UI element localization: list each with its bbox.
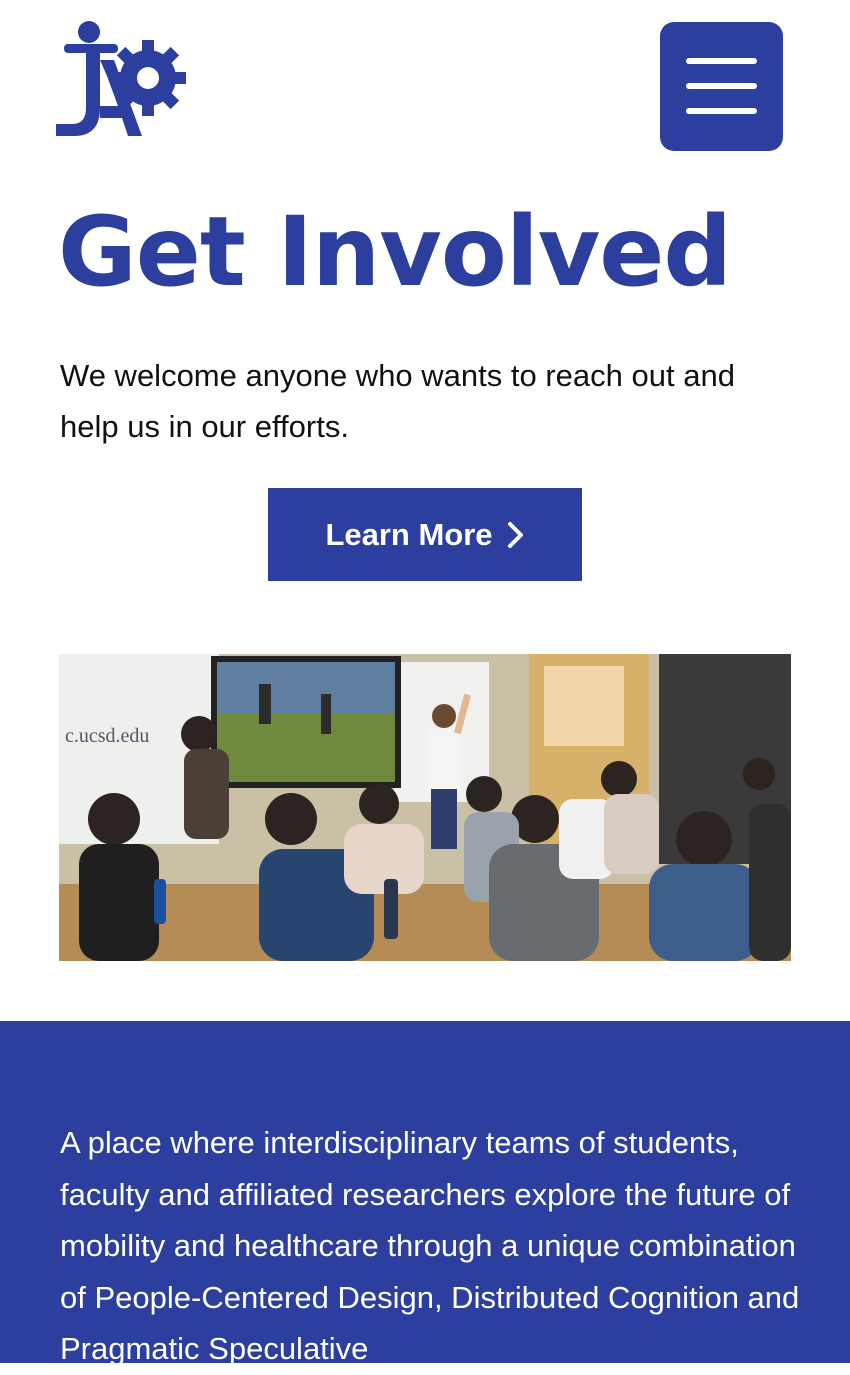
hamburger-icon bbox=[686, 58, 757, 64]
jap-logo[interactable] bbox=[56, 20, 186, 140]
page-title: Get Involved bbox=[58, 196, 732, 308]
learn-more-label: Learn More bbox=[325, 516, 493, 552]
site-header bbox=[0, 0, 850, 175]
hamburger-icon bbox=[686, 108, 757, 114]
intro-text: We welcome anyone who wants to reach out… bbox=[60, 358, 735, 444]
menu-button[interactable] bbox=[660, 22, 783, 151]
hamburger-icon bbox=[686, 83, 757, 89]
board-text: c.ucsd.edu bbox=[65, 725, 149, 747]
chevron-right-icon bbox=[507, 521, 523, 548]
about-text: A place where interdisciplinary teams of… bbox=[60, 1125, 800, 1366]
about-section: A place where interdisciplinary teams of… bbox=[0, 1021, 850, 1366]
learn-more-button[interactable]: Learn More bbox=[268, 488, 582, 581]
classroom-illustration: c.ucsd.edu bbox=[59, 654, 791, 961]
classroom-photo: c.ucsd.edu bbox=[59, 654, 791, 961]
